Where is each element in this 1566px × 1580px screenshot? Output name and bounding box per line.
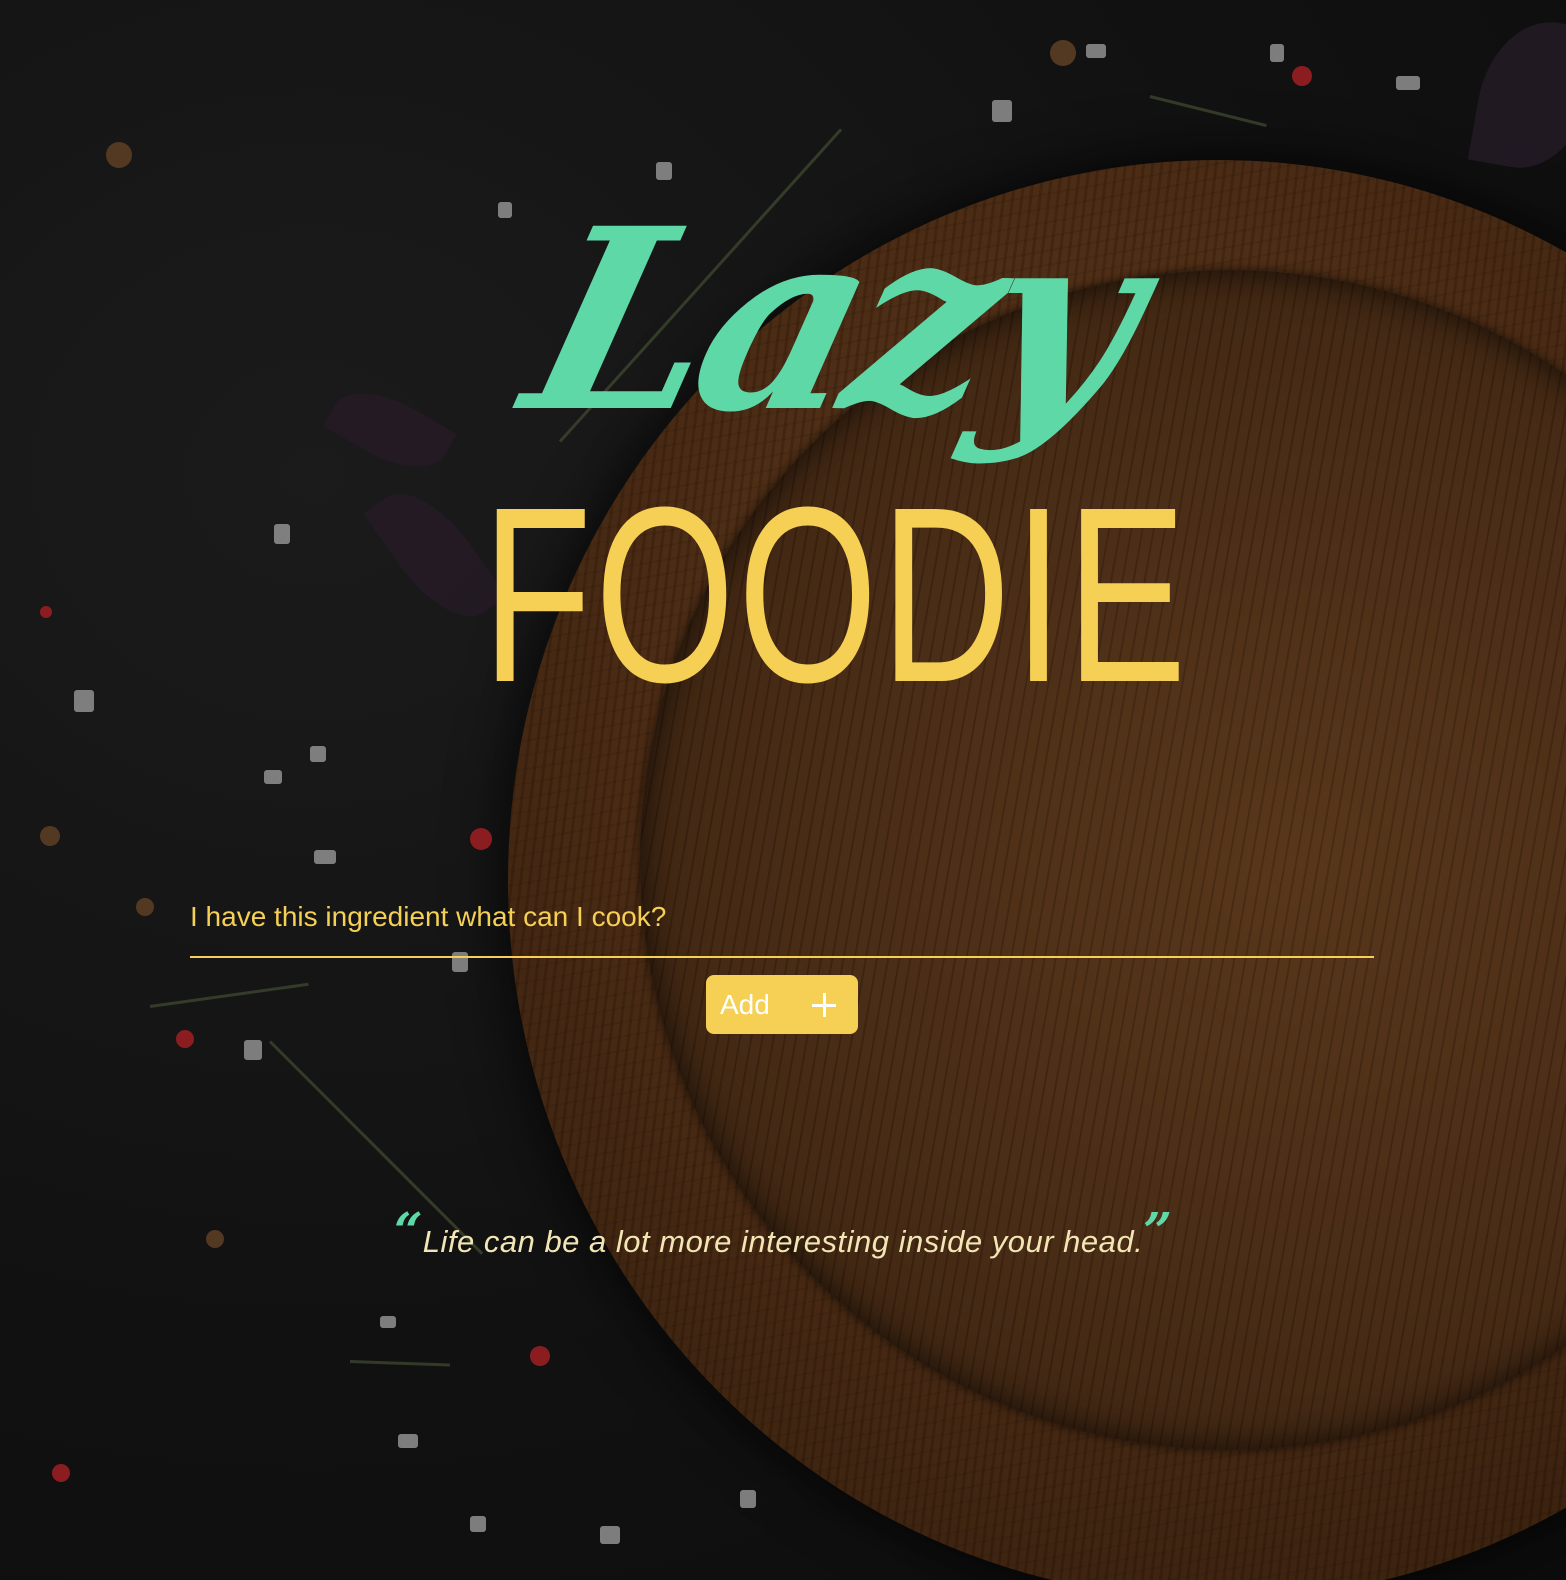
logo-word-lazy: Lazy (503, 173, 1162, 467)
add-button-label: Add (720, 988, 770, 1020)
salt-decor (244, 1040, 262, 1060)
plus-icon (812, 992, 836, 1017)
rosemary-sprig-decor (149, 982, 309, 1008)
red-pepper-decor (176, 1030, 194, 1048)
add-ingredient-button[interactable]: Add (706, 975, 858, 1034)
landing-page: Lazy FOODIE Add “Life can be a lot more … (0, 0, 1566, 1580)
app-logo: Lazy FOODIE (0, 0, 1566, 720)
ingredient-input[interactable] (190, 880, 1374, 954)
salt-decor (314, 850, 336, 864)
logo-word-foodie: FOODIE (482, 455, 1190, 734)
peppercorn-decor (136, 898, 154, 916)
salt-decor (740, 1490, 756, 1508)
red-pepper-decor (52, 1464, 70, 1482)
salt-decor (470, 1516, 486, 1532)
rosemary-sprig-decor (349, 1360, 450, 1367)
quote-text: Life can be a lot more interesting insid… (422, 1224, 1144, 1259)
close-quote-icon: ” (1143, 1201, 1172, 1260)
salt-decor (398, 1434, 418, 1448)
peppercorn-decor (40, 826, 60, 846)
ingredient-search-field (190, 880, 1374, 958)
salt-decor (380, 1316, 396, 1328)
salt-decor (264, 770, 282, 784)
salt-decor (600, 1526, 620, 1544)
salt-decor (310, 746, 326, 762)
open-quote-icon: “ (393, 1201, 423, 1260)
red-pepper-decor (470, 828, 492, 850)
quote-block: “Life can be a lot more interesting insi… (0, 1206, 1566, 1260)
red-pepper-decor (530, 1346, 550, 1366)
